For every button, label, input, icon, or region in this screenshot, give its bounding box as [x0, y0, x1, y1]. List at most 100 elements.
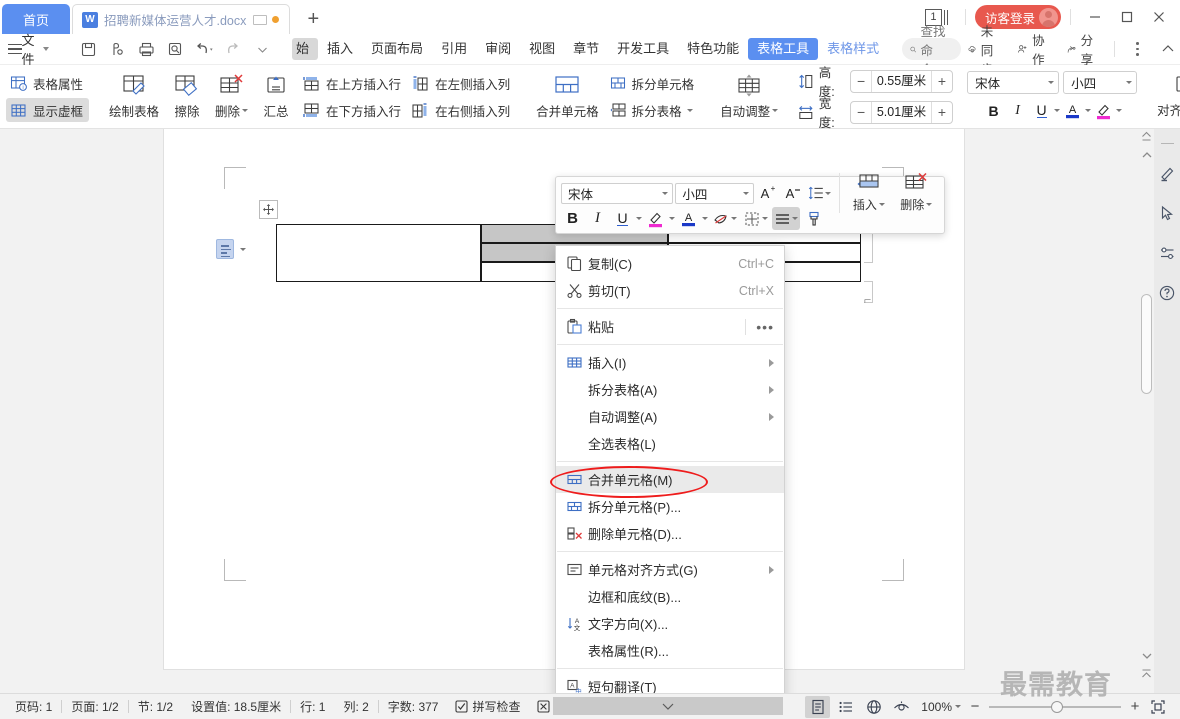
- width-increment-button[interactable]: +: [932, 102, 952, 123]
- context-menu-item-insert[interactable]: 插入(I): [556, 349, 784, 376]
- print-icon[interactable]: [133, 36, 160, 62]
- tab-table-styles[interactable]: 表格样式: [818, 38, 888, 60]
- reading-view-button[interactable]: [889, 696, 914, 718]
- minimize-button[interactable]: [1080, 3, 1110, 31]
- bold-button[interactable]: B: [982, 99, 1005, 122]
- tab-section[interactable]: 章节: [564, 38, 608, 60]
- insert-row-below-button[interactable]: 在下方插入行: [298, 98, 407, 122]
- grow-font-button[interactable]: A +: [756, 182, 779, 205]
- font-size-select[interactable]: 小四: [1063, 71, 1138, 94]
- mini-font-color-button[interactable]: A: [677, 207, 700, 230]
- mini-bold-button[interactable]: B: [561, 207, 584, 230]
- save-icon[interactable]: [75, 36, 102, 62]
- table-cell-r1c1[interactable]: [276, 224, 481, 282]
- tab-home[interactable]: 始: [292, 38, 319, 60]
- status-page-of[interactable]: 页面: 1/2: [62, 697, 127, 717]
- split-table-button[interactable]: 拆分表格: [605, 98, 701, 122]
- document-tab[interactable]: W 招聘新媒体运营人才.docx: [72, 4, 291, 34]
- show-gridlines-button[interactable]: 显示虚框: [6, 98, 90, 122]
- scrollbar-thumb[interactable]: [1141, 294, 1152, 394]
- find-command-box[interactable]: 查找命令...: [902, 25, 962, 77]
- collapse-ribbon-button[interactable]: [1154, 37, 1180, 61]
- status-column[interactable]: 列: 2: [334, 697, 377, 717]
- height-value[interactable]: 0.55厘米: [871, 70, 932, 92]
- more-options-button[interactable]: [1124, 37, 1152, 61]
- tab-page-layout[interactable]: 页面布局: [362, 38, 432, 60]
- mini-italic-button[interactable]: I: [586, 207, 609, 230]
- chevron-down-icon[interactable]: [1085, 109, 1092, 112]
- monitor-icon[interactable]: [252, 13, 268, 27]
- mini-font-size-select[interactable]: 小四: [675, 182, 754, 204]
- chevron-down-icon[interactable]: [669, 217, 675, 220]
- vertical-scrollbar[interactable]: [1139, 129, 1154, 693]
- height-decrement-button[interactable]: −: [851, 71, 871, 92]
- status-setting-value[interactable]: 设置值: 18.5厘米: [182, 697, 290, 717]
- paste-options-button[interactable]: [216, 239, 246, 259]
- context-menu-item-autofit[interactable]: 自动调整(A): [556, 403, 784, 430]
- context-menu-item-cut[interactable]: 剪切(T) Ctrl+X: [556, 277, 784, 304]
- tab-special-features[interactable]: 特色功能: [678, 38, 748, 60]
- sync-status-button[interactable]: 未同步: [961, 25, 1008, 77]
- width-decrement-button[interactable]: −: [851, 102, 871, 123]
- context-menu-item-split-cells[interactable]: 拆分单元格(P)...: [556, 493, 784, 520]
- zoom-slider-track[interactable]: [989, 700, 1121, 713]
- paste-more-options[interactable]: •••: [745, 318, 774, 335]
- mini-font-name-select[interactable]: 宋体: [561, 182, 674, 204]
- context-menu-item-select-all-table[interactable]: 全选表格(L): [556, 430, 784, 457]
- sum-button[interactable]: 汇总: [254, 69, 298, 125]
- zoom-slider-thumb[interactable]: [1051, 700, 1063, 713]
- context-menu-item-delete-cells[interactable]: 删除单元格(D)...: [556, 520, 784, 547]
- status-spellcheck-button[interactable]: 拼写检查: [447, 698, 528, 715]
- settings-sliders-icon[interactable]: [1156, 242, 1178, 264]
- highlight-button[interactable]: [1092, 99, 1115, 122]
- status-word-count[interactable]: 字数: 377: [379, 697, 448, 717]
- context-menu-item-text-direction[interactable]: A文 文字方向(X)...: [556, 610, 784, 637]
- mini-shading-button[interactable]: [710, 207, 739, 230]
- fullscreen-button[interactable]: [1145, 696, 1170, 718]
- cursor-select-icon[interactable]: [1156, 202, 1178, 224]
- document-bottom-overlay[interactable]: [553, 697, 783, 715]
- context-menu-item-cell-alignment[interactable]: 单元格对齐方式(G): [556, 556, 784, 583]
- insert-row-above-button[interactable]: 在上方插入行: [298, 71, 407, 95]
- status-section[interactable]: 节: 1/2: [129, 697, 182, 717]
- line-spacing-button[interactable]: [806, 182, 834, 205]
- mini-borders-button[interactable]: [741, 207, 770, 230]
- scroll-prev-page-button[interactable]: [1139, 129, 1154, 143]
- context-menu-item-table-properties[interactable]: 表格属性(R)...: [556, 637, 784, 664]
- mini-highlight-button[interactable]: [644, 207, 667, 230]
- table-properties-button[interactable]: i 表格属性: [6, 71, 89, 95]
- tab-table-tools[interactable]: 表格工具: [748, 38, 819, 60]
- context-menu-item-split-table[interactable]: 拆分表格(A): [556, 376, 784, 403]
- chevron-down-icon[interactable]: [1054, 109, 1061, 112]
- zoom-level-button[interactable]: 100%: [917, 700, 965, 714]
- status-row[interactable]: 行: 1: [291, 697, 334, 717]
- mini-underline-button[interactable]: U: [611, 207, 634, 230]
- context-menu-item-merge-cells[interactable]: 合并单元格(M): [556, 466, 784, 493]
- delete-button[interactable]: 删除: [209, 69, 254, 125]
- mini-align-button[interactable]: [772, 207, 800, 230]
- zoom-in-button[interactable]: +: [1128, 698, 1142, 715]
- eraser-button[interactable]: 擦除: [165, 69, 209, 125]
- maximize-button[interactable]: [1112, 3, 1142, 31]
- share-button[interactable]: 分享: [1059, 34, 1106, 67]
- page-view-button[interactable]: [805, 695, 831, 718]
- context-menu-item-translate[interactable]: A中 短句翻译(T): [556, 673, 784, 693]
- pen-icon[interactable]: [1156, 162, 1178, 184]
- tab-developer[interactable]: 开发工具: [608, 38, 678, 60]
- chevron-down-icon[interactable]: [1116, 109, 1123, 112]
- tab-review[interactable]: 审阅: [476, 38, 520, 60]
- font-color-button[interactable]: A: [1061, 99, 1084, 122]
- shrink-font-button[interactable]: A: [781, 182, 804, 205]
- close-button[interactable]: [1144, 3, 1174, 31]
- redo-icon[interactable]: [220, 36, 247, 62]
- align-mode-button[interactable]: 对齐方式: [1151, 69, 1180, 125]
- outline-view-button[interactable]: [833, 696, 858, 718]
- tab-references[interactable]: 引用: [432, 38, 476, 60]
- document-canvas[interactable]: ⌐ 宋体 小四 A + A 插入 删除 B I U A 复制(C) Ctrl+C…: [0, 129, 1180, 693]
- web-view-button[interactable]: [861, 696, 886, 718]
- scroll-next-page-button[interactable]: [1139, 667, 1154, 681]
- chevron-down-icon[interactable]: [702, 217, 708, 220]
- autofit-button[interactable]: 自动调整: [714, 69, 784, 125]
- context-menu-item-paste[interactable]: 粘贴 •••: [556, 313, 784, 340]
- split-cells-button[interactable]: 拆分单元格: [605, 71, 701, 95]
